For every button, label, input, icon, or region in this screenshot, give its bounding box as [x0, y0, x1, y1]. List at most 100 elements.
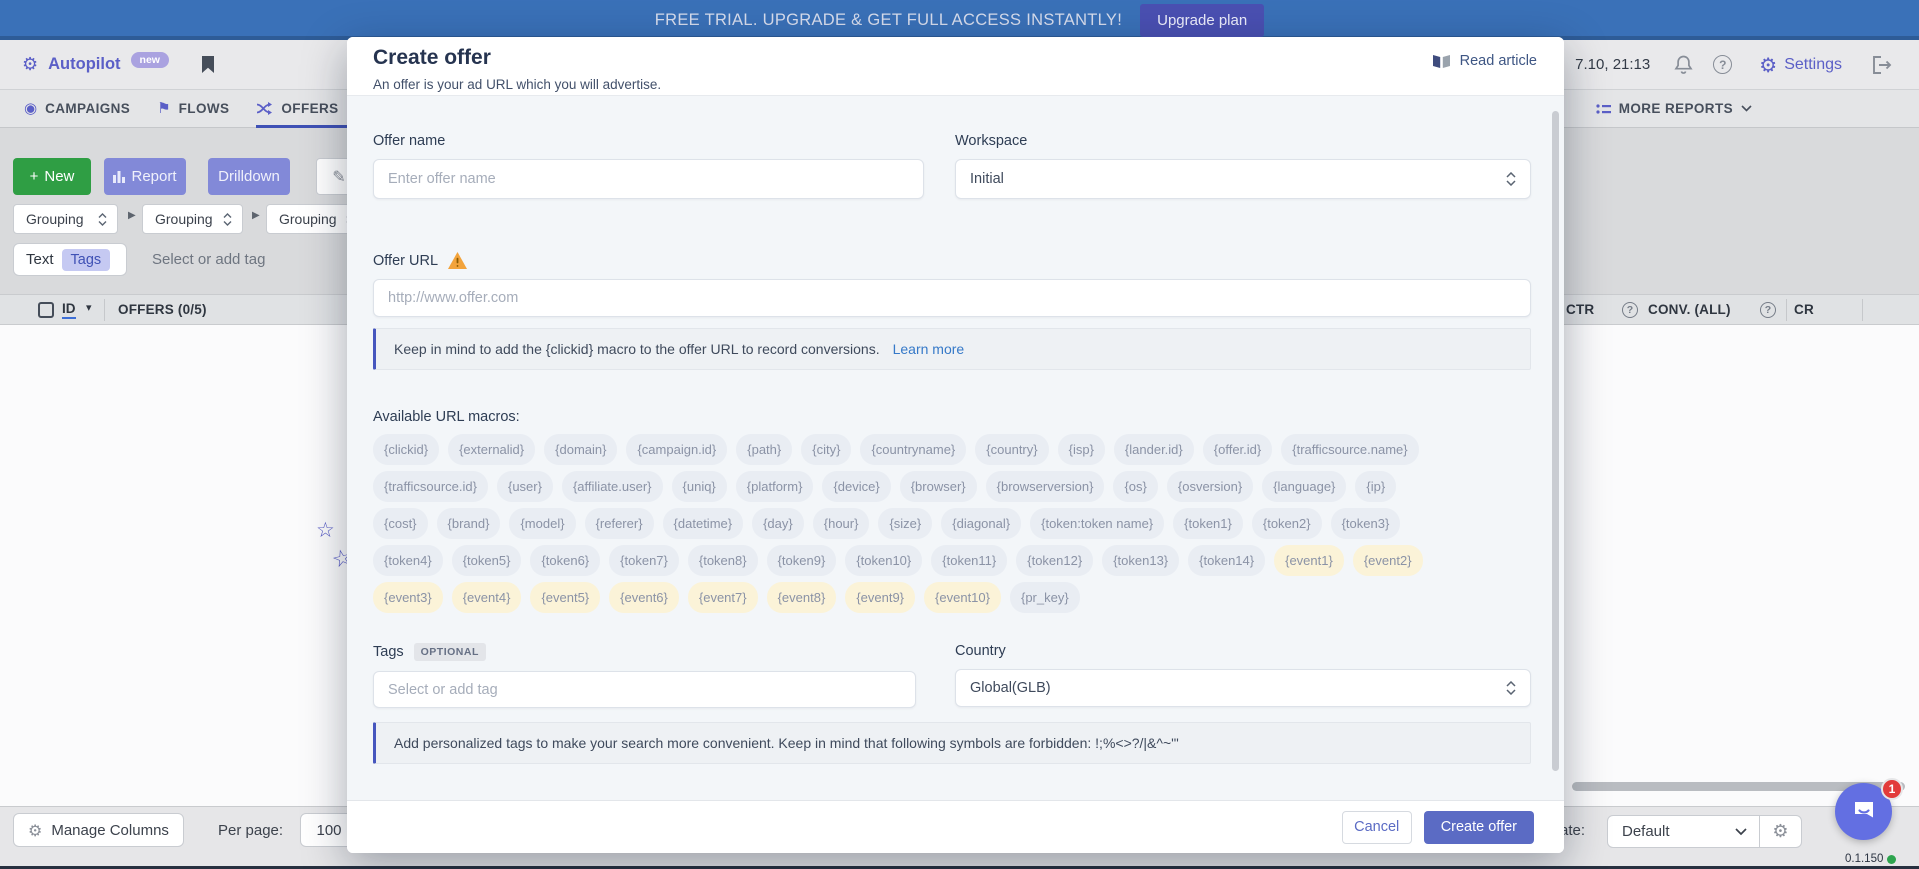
macro-chip[interactable]: {trafficsource.id}	[373, 471, 488, 502]
macro-chip[interactable]: {token3}	[1331, 508, 1401, 539]
macro-chip[interactable]: {token:token name}	[1030, 508, 1164, 539]
tab-campaigns[interactable]: ◉ CAMPAIGNS	[24, 90, 130, 128]
macro-chip[interactable]: {osversion}	[1167, 471, 1253, 502]
select-all-checkbox[interactable]	[38, 302, 54, 318]
macro-chip[interactable]: {event10}	[924, 582, 1001, 613]
macro-chip[interactable]: {event1}	[1274, 545, 1344, 576]
macro-chip[interactable]: {event5}	[530, 582, 600, 613]
macro-chip[interactable]: {event6}	[609, 582, 679, 613]
macro-chip[interactable]: {token7}	[609, 545, 679, 576]
favorite-star-icon[interactable]: ☆	[316, 518, 335, 542]
macro-chip[interactable]: {token12}	[1016, 545, 1093, 576]
macro-chip[interactable]: {token2}	[1252, 508, 1322, 539]
read-article-link[interactable]: Read article	[1432, 53, 1537, 69]
settings-button[interactable]: ⚙ Settings	[1759, 53, 1842, 77]
macro-chip[interactable]: {externalid}	[448, 434, 535, 465]
macro-chip[interactable]: {event2}	[1353, 545, 1423, 576]
offer-name-input[interactable]	[373, 159, 924, 199]
macro-chip[interactable]: {clickid}	[373, 434, 439, 465]
macro-chip[interactable]: {size}	[878, 508, 932, 539]
macro-chip[interactable]: {platform}	[736, 471, 814, 502]
tab-flows[interactable]: ⚑ FLOWS	[157, 90, 229, 128]
macro-chip[interactable]: {token11}	[931, 545, 1007, 576]
macro-chip[interactable]: {lander.id}	[1114, 434, 1194, 465]
macro-chip[interactable]: {os}	[1113, 471, 1157, 502]
macro-chip[interactable]: {domain}	[544, 434, 617, 465]
macro-chip[interactable]: {user}	[497, 471, 553, 502]
macro-chip[interactable]: {token10}	[845, 545, 922, 576]
column-header-conv[interactable]: CONV. (ALL)	[1648, 302, 1731, 317]
macro-chip[interactable]: {countryname}	[860, 434, 966, 465]
macro-chip[interactable]: {model}	[509, 508, 575, 539]
macro-chip[interactable]: {day}	[752, 508, 804, 539]
macro-chip[interactable]: {uniq}	[672, 471, 727, 502]
macro-chip[interactable]: {browser}	[900, 471, 977, 502]
macro-chip[interactable]: {device}	[822, 471, 890, 502]
grouping-select-1[interactable]: Grouping	[13, 204, 118, 234]
help-icon[interactable]: ?	[1713, 55, 1732, 74]
macro-chip[interactable]: {diagonal}	[941, 508, 1021, 539]
column-header-ctr[interactable]: CTR	[1566, 302, 1594, 317]
macro-chip[interactable]: {event3}	[373, 582, 443, 613]
column-header-id[interactable]: ID	[62, 301, 76, 319]
column-header-offers[interactable]: OFFERS (0/5)	[118, 302, 207, 317]
create-offer-button[interactable]: Create offer	[1424, 811, 1534, 844]
toggle-tags-option[interactable]: Tags	[62, 249, 111, 271]
cancel-button[interactable]: Cancel	[1342, 811, 1412, 844]
macro-chip[interactable]: {isp}	[1058, 434, 1105, 465]
macro-chip[interactable]: {event7}	[688, 582, 758, 613]
column-header-cr[interactable]: CR	[1794, 302, 1814, 317]
notifications-bell-icon[interactable]	[1673, 54, 1694, 76]
macro-chip[interactable]: {event9}	[845, 582, 915, 613]
template-select[interactable]: Default	[1608, 816, 1759, 847]
macro-chip[interactable]: {brand}	[437, 508, 501, 539]
workspace-select[interactable]: Initial	[955, 159, 1531, 199]
modal-scrollbar[interactable]	[1552, 111, 1559, 771]
drilldown-button[interactable]: Drilldown	[208, 158, 290, 195]
macro-chip[interactable]: {event8}	[767, 582, 837, 613]
macro-chip[interactable]: {token9}	[767, 545, 837, 576]
macro-chip[interactable]: {token14}	[1188, 545, 1265, 576]
logout-icon[interactable]	[1871, 55, 1893, 75]
macro-chip[interactable]: {token8}	[688, 545, 758, 576]
macro-chip[interactable]: {event4}	[452, 582, 522, 613]
tags-input[interactable]	[373, 671, 916, 708]
macro-chip[interactable]: {country}	[975, 434, 1048, 465]
macro-chip[interactable]: {hour}	[813, 508, 870, 539]
macro-chip[interactable]: {language}	[1262, 471, 1346, 502]
learn-more-link[interactable]: Learn more	[893, 341, 965, 357]
macro-chip[interactable]: {referer}	[585, 508, 654, 539]
macro-chip[interactable]: {token1}	[1173, 508, 1243, 539]
macro-chip[interactable]: {campaign.id}	[626, 434, 727, 465]
macro-chip[interactable]: {affiliate.user}	[562, 471, 663, 502]
macro-chip[interactable]: {cost}	[373, 508, 428, 539]
macro-chip[interactable]: {pr_key}	[1010, 582, 1080, 613]
macro-chip[interactable]: {token6}	[530, 545, 600, 576]
tag-filter-input[interactable]: Select or add tag	[152, 251, 265, 268]
template-gear-icon[interactable]: ⚙	[1759, 816, 1801, 847]
macro-chip[interactable]: {token5}	[452, 545, 522, 576]
macro-chip[interactable]: {city}	[801, 434, 851, 465]
upgrade-plan-button[interactable]: Upgrade plan	[1140, 4, 1264, 37]
new-button[interactable]: +New	[13, 158, 91, 195]
macro-chip[interactable]: {browserversion}	[986, 471, 1105, 502]
manage-columns-button[interactable]: ⚙ Manage Columns	[13, 813, 184, 847]
country-select[interactable]: Global(GLB)	[955, 669, 1531, 707]
more-reports-button[interactable]: MORE REPORTS	[1596, 101, 1752, 116]
bookmark-icon[interactable]	[201, 56, 215, 74]
macro-chip[interactable]: {path}	[736, 434, 792, 465]
ctr-help-icon[interactable]: ?	[1622, 302, 1638, 318]
offer-url-input[interactable]	[373, 279, 1531, 317]
report-button[interactable]: Report	[104, 158, 186, 195]
tab-offers[interactable]: OFFERS	[256, 90, 338, 128]
macro-chip[interactable]: {offer.id}	[1203, 434, 1272, 465]
macro-chip[interactable]: {trafficsource.name}	[1281, 434, 1418, 465]
macro-chip[interactable]: {token13}	[1102, 545, 1179, 576]
macro-chip[interactable]: {token4}	[373, 545, 443, 576]
toggle-text-option[interactable]: Text	[26, 251, 54, 268]
macro-chip[interactable]: {datetime}	[663, 508, 744, 539]
grouping-select-2[interactable]: Grouping	[142, 204, 243, 234]
conv-help-icon[interactable]: ?	[1760, 302, 1776, 318]
brand-autopilot[interactable]: Autopilot	[48, 55, 120, 74]
macro-chip[interactable]: {ip}	[1355, 471, 1396, 502]
